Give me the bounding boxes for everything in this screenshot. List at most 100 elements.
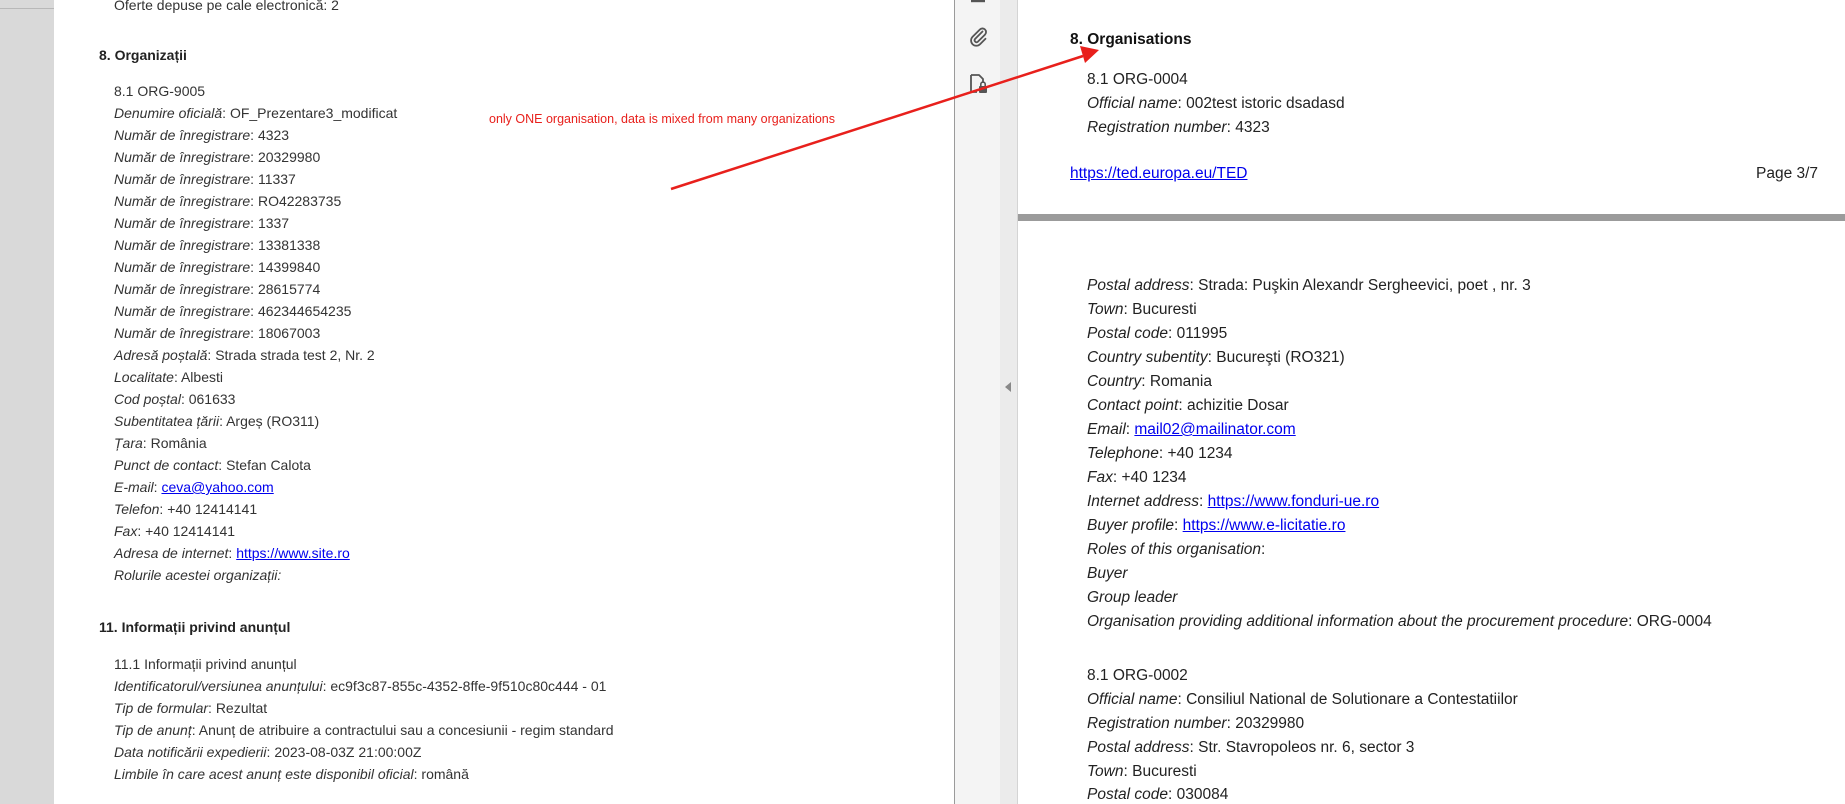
value: Stefan Calota (226, 457, 311, 473)
value: 1337 (257, 215, 290, 231)
value: Rezultat (215, 700, 268, 716)
ted-footer-link[interactable]: https://ted.europa.eu/TED (1070, 165, 1248, 183)
postal-code-row: Cod poștal: 061633 (114, 391, 236, 407)
email-link[interactable]: mail02@mailinator.com (1134, 421, 1295, 438)
reg-row: Număr de înregistrare: RO42283735 (114, 193, 342, 209)
value: Strada: Puşkin Alexandr Sergheevici, poe… (1198, 277, 1531, 294)
label: Număr de înregistrare (114, 171, 251, 187)
value: Anunț de atribuire a contractului sau a … (198, 722, 614, 738)
internet-link[interactable]: https://www.site.ro (236, 545, 350, 561)
value: Bucureşti (RO321) (1216, 349, 1345, 366)
label: Fax (114, 523, 138, 539)
value: 14399840 (257, 259, 321, 275)
reg-row: Număr de înregistrare: 18067003 (114, 325, 321, 341)
label: Identificatorul/versiunea anunțului (114, 678, 323, 694)
org-id: 8.1 ORG-0004 (1087, 71, 1188, 88)
value: 28615774 (257, 281, 321, 297)
label: Email (1087, 421, 1126, 438)
value: 030084 (1176, 786, 1229, 803)
label: Internet address (1087, 493, 1200, 510)
fax-row: Fax: +40 1234 (1087, 469, 1187, 486)
org-id: 8.1 ORG-9005 (114, 83, 206, 99)
role-buyer: Buyer (1087, 565, 1128, 582)
notice-id-row: Identificatorul/versiunea anunțului: ec9… (114, 678, 607, 694)
label: Postal address (1087, 739, 1190, 756)
label: Organisation providing additional inform… (1087, 613, 1629, 630)
value: Romania (1149, 373, 1212, 390)
label: Contact point (1087, 397, 1179, 414)
label: Subentitatea țării (114, 413, 220, 429)
label: Număr de înregistrare (114, 127, 251, 143)
left-gutter (0, 0, 54, 804)
value: RO42283735 (257, 193, 342, 209)
value: Consiliul National de Solutionare a Cont… (1186, 691, 1518, 708)
value: 4323 (257, 127, 290, 143)
languages-row: Limbile în care acest anunț este disponi… (114, 766, 469, 782)
town-row: Town: Bucuresti (1087, 301, 1197, 318)
buyer-profile-row: Buyer profile: https://www.e-licitatie.r… (1087, 517, 1346, 534)
additional-info-row: Organisation providing additional inform… (1087, 613, 1712, 630)
document-lock-icon[interactable] (966, 72, 990, 96)
label: Țara (114, 435, 143, 451)
value: Bucuresti (1132, 301, 1197, 318)
internet-row: Internet address: https://www.fonduri-ue… (1087, 493, 1380, 510)
label: Registration number (1087, 119, 1227, 136)
value: 011995 (1176, 325, 1228, 342)
value: Albesti (180, 369, 223, 385)
page-number: Page 3/7 (1756, 165, 1819, 182)
notice-type-row: Tip de anunț: Anunț de atribuire a contr… (114, 722, 614, 738)
value: +40 1234 (1167, 445, 1233, 462)
label: Adresa de internet (114, 545, 229, 561)
label: Postal address (1087, 277, 1190, 294)
cut-off-line: Oferte depuse pe cale electronică: 2 (114, 0, 339, 13)
official-name-row: Official name: 002test istoric dsadasd (1087, 95, 1345, 112)
value: 462344654235 (257, 303, 352, 319)
minus-icon[interactable] (966, 0, 990, 14)
buyer-profile-link[interactable]: https://www.e-licitatie.ro (1183, 517, 1346, 534)
label: Număr de înregistrare (114, 149, 251, 165)
value: +40 12414141 (167, 501, 258, 517)
reg-row: Număr de înregistrare: 13381338 (114, 237, 321, 253)
label: Fax (1087, 469, 1113, 486)
label: Country subentity (1087, 349, 1208, 366)
value: 002test istoric dsadasd (1186, 95, 1345, 112)
country-row: Country: Romania (1087, 373, 1212, 390)
internet-link[interactable]: https://www.fonduri-ue.ro (1208, 493, 1379, 510)
reg-row: Număr de înregistrare: 14399840 (114, 259, 321, 275)
reg-row: Număr de înregistrare: 4323 (114, 127, 290, 143)
right-document-pages: 8. Organisations 8.1 ORG-0004 Official n… (1018, 0, 1845, 804)
label: Roles of this organisation (1087, 541, 1262, 558)
email-link[interactable]: ceva@yahoo.com (161, 479, 273, 495)
form-type-row: Tip de formular: Rezultat (114, 700, 268, 716)
collapse-panel-strip[interactable] (1000, 0, 1018, 804)
value: 4323 (1235, 119, 1270, 136)
label: Country (1087, 373, 1142, 390)
postal-code-row: Postal code: 011995 (1087, 325, 1228, 342)
section-11-sub: 11.1 Informații privind anunțul (114, 656, 297, 672)
email-row: Email: mail02@mailinator.com (1087, 421, 1296, 438)
label: Adresă poștală (114, 347, 208, 363)
label: Registration number (1087, 715, 1227, 732)
value: ec9f3c87-855c-4352-8ffe-9f510c80c444 - 0… (330, 678, 607, 694)
label: Buyer profile (1087, 517, 1175, 534)
phone-row: Telefon: +40 12414141 (114, 501, 258, 517)
label: Număr de înregistrare (114, 303, 251, 319)
subentity-row: Subentitatea țării: Argeș (RO311) (114, 413, 320, 429)
value: România (150, 435, 207, 451)
org2-town-row: Town: Bucuresti (1087, 763, 1197, 780)
reg-row: Registration number: 4323 (1087, 119, 1270, 136)
label: Limbile în care acest anunț este disponi… (114, 766, 414, 782)
value: 20329980 (257, 149, 321, 165)
label: Town (1087, 763, 1124, 780)
label: Town (1087, 301, 1124, 318)
value: 18067003 (257, 325, 321, 341)
official-name-row: Denumire oficială: OF_Prezentare3_modifi… (114, 105, 398, 121)
dispatch-date-row: Data notificării expedierii: 2023-08-03Z… (114, 744, 422, 760)
collapse-left-icon[interactable] (1005, 382, 1011, 392)
label: Număr de înregistrare (114, 281, 251, 297)
paperclip-icon[interactable] (966, 25, 990, 49)
side-toolbar (954, 0, 1002, 804)
label: Număr de înregistrare (114, 215, 251, 231)
gutter-line (0, 8, 54, 9)
email-row: E-mail: ceva@yahoo.com (114, 479, 274, 495)
